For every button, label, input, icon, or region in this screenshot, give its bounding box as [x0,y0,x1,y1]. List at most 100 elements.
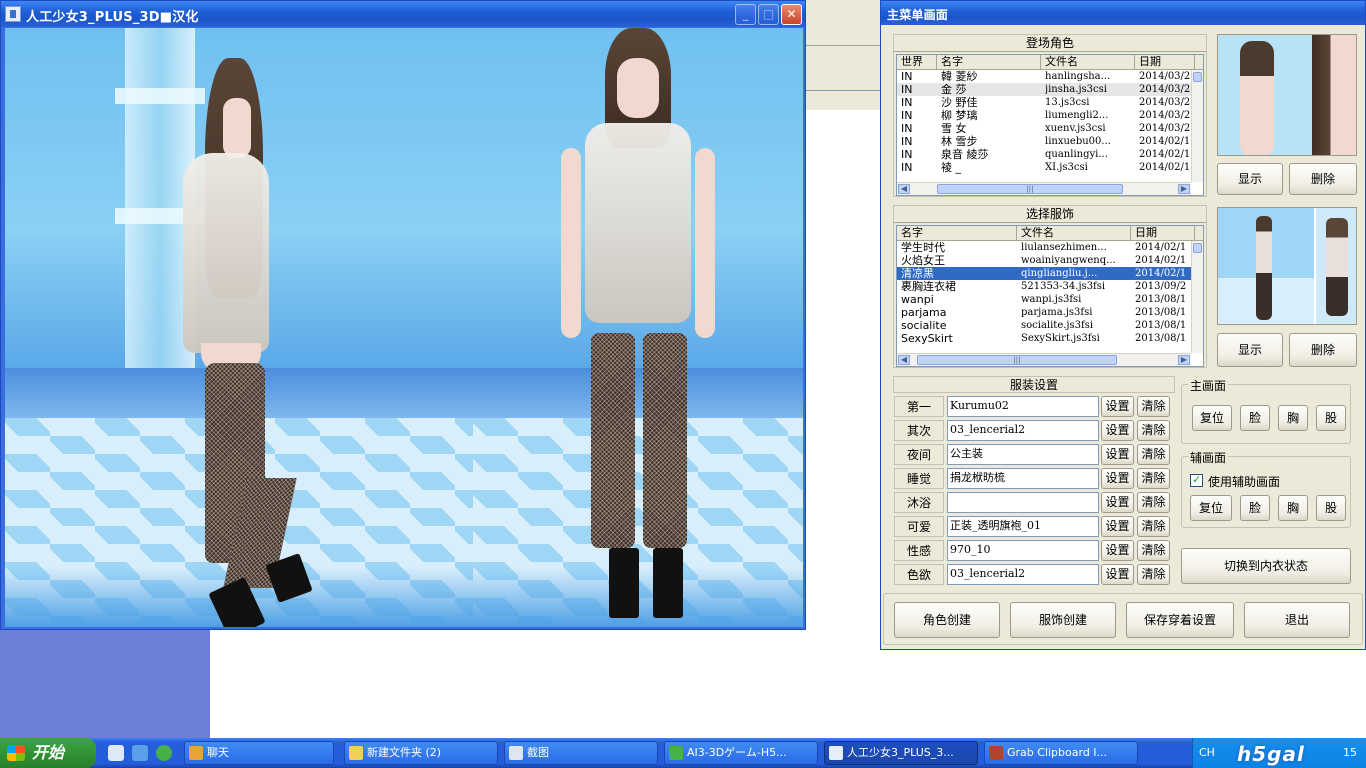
costume-slot-clear-button[interactable]: 清除 [1137,420,1170,441]
scroll-left-icon[interactable]: ◀ [898,355,910,365]
start-button[interactable]: 开始 [0,738,96,768]
outfit-list-hscroll[interactable]: ◀ ||| ▶ [897,353,1191,366]
outfit-show-button[interactable]: 显示 [1217,333,1283,367]
costume-slot-value[interactable]: 捐龙栿昉梳 [947,468,1099,489]
outfit-row[interactable]: 学生时代 liulansezhimen... 2014/02/1 [897,241,1191,254]
outfit-row[interactable]: 清凉黑 qingliangliu.j... 2014/02/1 [897,267,1191,280]
character-list-hscroll[interactable]: ◀ ||| ▶ [897,182,1191,195]
sub-view-reset-button[interactable]: 复位 [1190,495,1232,521]
costume-slot-set-button[interactable]: 设置 [1101,396,1134,417]
costume-slot-clear-button[interactable]: 清除 [1137,516,1170,537]
character-row[interactable]: IN 泉音 綾莎 quanlingyi... 2014/02/1 [897,148,1191,161]
costume-slot-set-button[interactable]: 设置 [1101,420,1134,441]
character-row[interactable]: IN 柳 梦璃 liumengli2... 2014/03/2 [897,109,1191,122]
scroll-thumb[interactable]: ||| [937,184,1123,194]
costume-slot-clear-button[interactable]: 清除 [1137,468,1170,489]
outfit-delete-button[interactable]: 删除 [1289,333,1357,367]
costume-slot-set-button[interactable]: 设置 [1101,540,1134,561]
use-sub-view-label[interactable]: 使用辅助画面 [1208,473,1280,490]
character-list-vscroll[interactable] [1191,70,1203,182]
outfit-row[interactable]: SexySkirt SexySkirt.js3fsi 2013/08/1 [897,332,1191,345]
costume-slot-set-button[interactable]: 设置 [1101,444,1134,465]
game-window-titlebar[interactable]: 人工少女3_PLUS_3D■汉化 _ □ ✕ [1,1,805,27]
use-sub-view-checkbox[interactable] [1190,473,1203,487]
sub-view-hip-button[interactable]: 股 [1316,495,1346,521]
column-name[interactable]: 名字 [937,55,1041,70]
main-view-chest-button[interactable]: 胸 [1278,405,1308,431]
language-indicator[interactable]: CH [1199,746,1215,759]
maximize-button[interactable]: □ [758,4,779,25]
main-view-hip-button[interactable]: 股 [1316,405,1346,431]
costume-slot-set-button[interactable]: 设置 [1101,468,1134,489]
costume-slot-value[interactable]: 03_lencerial2 [947,420,1099,441]
column-filename[interactable]: 文件名 [1041,55,1135,70]
task-chat[interactable]: 聊天 [184,741,334,765]
character-list[interactable]: 世界 名字 文件名 日期 IN 韓 菱紗 hanlingsha... 2014/03/… [896,54,1204,196]
scroll-thumb[interactable] [1193,72,1202,82]
exit-button[interactable]: 退出 [1244,602,1350,638]
main-menu-titlebar[interactable]: 主菜单画面 [881,1,1365,25]
costume-slot-clear-button[interactable]: 清除 [1137,492,1170,513]
scroll-left-icon[interactable]: ◀ [898,184,910,194]
outfit-row[interactable]: 裹胸连衣裙 521353-34.js3fsi 2013/09/2 [897,280,1191,293]
close-button[interactable]: ✕ [781,4,802,25]
costume-slot-set-button[interactable]: 设置 [1101,492,1134,513]
main-view-camera[interactable] [5,28,473,627]
column-filename[interactable]: 文件名 [1017,226,1131,241]
character-row[interactable]: IN 韓 菱紗 hanlingsha... 2014/03/2 [897,70,1191,83]
costume-slot-value[interactable]: 正装_透明旗袍_01 [947,516,1099,537]
minimize-button[interactable]: _ [735,4,756,25]
character-row[interactable]: IN 金 莎 jinsha.js3csi 2014/03/2 [897,83,1191,96]
sub-view-face-button[interactable]: 脸 [1240,495,1270,521]
sub-view-camera[interactable] [473,28,803,627]
costume-slot-clear-button[interactable]: 清除 [1137,564,1170,585]
column-date[interactable]: 日期 [1135,55,1195,70]
costume-slot-set-button[interactable]: 设置 [1101,564,1134,585]
costume-slot-clear-button[interactable]: 清除 [1137,396,1170,417]
character-row[interactable]: IN 祾 _ XI.js3csi 2014/02/1 [897,161,1191,174]
main-view-reset-button[interactable]: 复位 [1192,405,1232,431]
character-row[interactable]: IN 沙 野佳 13.js3csi 2014/03/2 [897,96,1191,109]
costume-slot-clear-button[interactable]: 清除 [1137,444,1170,465]
browser-icon[interactable] [156,745,172,761]
outfit-row[interactable]: wanpi wanpi.js3fsi 2013/08/1 [897,293,1191,306]
outfit-row[interactable]: socialite socialite.js3fsi 2013/08/1 [897,319,1191,332]
outfit-list-vscroll[interactable] [1191,241,1203,353]
task-browser-ai3[interactable]: AI3-3Dゲーム-H5... [664,741,818,765]
character-row[interactable]: IN 雪 女 xuenv.js3csi 2014/03/2 [897,122,1191,135]
sub-view-chest-button[interactable]: 胸 [1278,495,1308,521]
scroll-thumb[interactable] [1193,243,1202,253]
create-character-button[interactable]: 角色创建 [894,602,1000,638]
create-outfit-button[interactable]: 服饰创建 [1010,602,1116,638]
column-date[interactable]: 日期 [1131,226,1195,241]
scroll-right-icon[interactable]: ▶ [1178,355,1190,365]
costume-slot-value[interactable] [947,492,1099,513]
character-show-button[interactable]: 显示 [1217,163,1283,195]
task-new-folder[interactable]: 新建文件夹 (2) [344,741,498,765]
outfit-row[interactable]: 火焰女王 woainiyangwenq... 2014/02/1 [897,254,1191,267]
clock[interactable]: 15 [1343,746,1357,759]
costume-slot-clear-button[interactable]: 清除 [1137,540,1170,561]
costume-slot-value[interactable]: Kurumu02 [947,396,1099,417]
costume-slot-set-button[interactable]: 设置 [1101,516,1134,537]
show-desktop-icon[interactable] [108,745,124,761]
costume-slot-value[interactable]: 公主装 [947,444,1099,465]
column-name[interactable]: 名字 [897,226,1017,241]
task-screenshot[interactable]: 截图 [504,741,658,765]
character-row[interactable]: IN 林 雪步 linxuebu00... 2014/02/1 [897,135,1191,148]
outfit-row[interactable]: parjama parjama.js3fsi 2013/08/1 [897,306,1191,319]
media-player-icon[interactable] [132,745,148,761]
scroll-thumb[interactable]: ||| [917,355,1117,365]
character-delete-button[interactable]: 删除 [1289,163,1357,195]
costume-slot-value[interactable]: 03_lencerial2 [947,564,1099,585]
main-view-face-button[interactable]: 脸 [1240,405,1270,431]
scroll-right-icon[interactable]: ▶ [1178,184,1190,194]
underwear-toggle-button[interactable]: 切换到内衣状态 [1181,548,1351,584]
save-outfit-settings-button[interactable]: 保存穿着设置 [1126,602,1234,638]
column-world[interactable]: 世界 [897,55,937,70]
costume-slot-value[interactable]: 970_10 [947,540,1099,561]
outfit-list[interactable]: 名字 文件名 日期 学生时代 liulansezhimen... 2014/02/1… [896,225,1204,367]
3d-scene-viewport[interactable] [5,28,803,627]
task-artificial-girl[interactable]: 人工少女3_PLUS_3... [824,741,978,765]
task-grab-clipboard[interactable]: Grab Clipboard I... [984,741,1138,765]
